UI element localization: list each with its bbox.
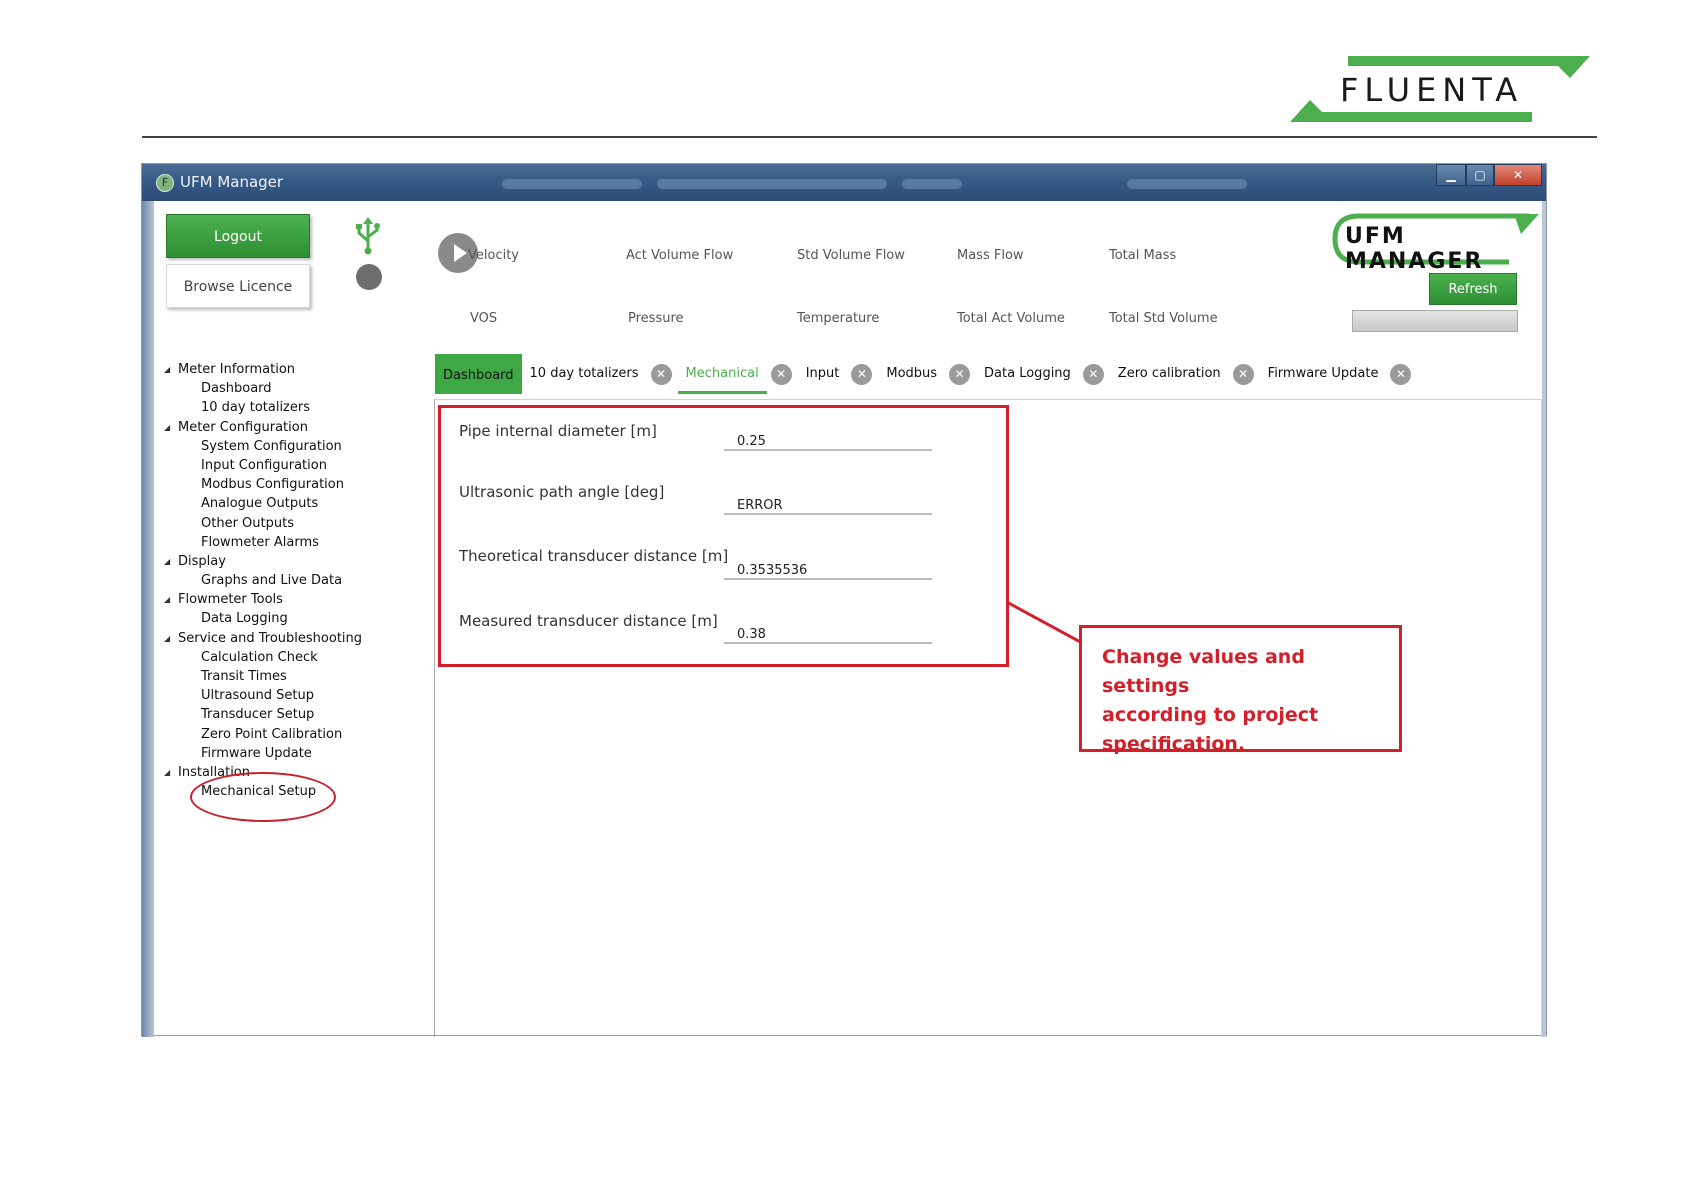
measurement-pressure: Pressure bbox=[628, 311, 684, 326]
measurement-vos: VOS bbox=[470, 311, 498, 326]
measurement-total-act-volume: Total Act Volume bbox=[957, 311, 1065, 326]
tab-label: Modbus bbox=[886, 366, 938, 381]
tree-group[interactable]: Display bbox=[164, 552, 422, 571]
theoretical-transducer-distance-input[interactable] bbox=[724, 554, 932, 580]
tab-10-day-totalizers[interactable]: 10 day totalizers bbox=[522, 354, 647, 394]
measurement-act-volume-flow: Act Volume Flow bbox=[626, 248, 734, 263]
measured-transducer-distance-input[interactable] bbox=[724, 618, 932, 644]
tab-label: 10 day totalizers bbox=[529, 366, 639, 381]
app-window: F UFM Manager ▁ ▢ ✕ Logout Browse Licenc… bbox=[141, 163, 1547, 1037]
measurement-std-volume-flow: Std Volume Flow bbox=[797, 248, 905, 263]
callout-line-3: specification. bbox=[1102, 733, 1246, 755]
ufm-logo-text: UFM MANAGER bbox=[1345, 224, 1484, 274]
mechanical-settings-form: Pipe internal diameter [m] Ultrasonic pa… bbox=[438, 405, 1009, 667]
close-tab-icon[interactable]: ✕ bbox=[770, 363, 792, 385]
measurement-total-mass: Total Mass bbox=[1109, 248, 1177, 263]
tab-dashboard[interactable]: Dashboard bbox=[435, 354, 522, 394]
tree-group[interactable]: Service and Troubleshooting bbox=[164, 629, 422, 648]
close-tab-icon[interactable]: ✕ bbox=[1232, 363, 1254, 385]
tree-item[interactable]: Zero Point Calibration bbox=[164, 725, 422, 744]
tree-group[interactable]: Meter Information bbox=[164, 360, 422, 379]
highlight-circle-annotation bbox=[190, 772, 336, 822]
window-frame-left bbox=[142, 201, 154, 1037]
browse-licence-button[interactable]: Browse Licence bbox=[166, 264, 310, 308]
ultrasonic-path-angle-label: Ultrasonic path angle [deg] bbox=[459, 483, 665, 501]
pipe-internal-diameter-label: Pipe internal diameter [m] bbox=[459, 422, 657, 440]
callout-line-2: according to project bbox=[1102, 704, 1319, 726]
tree-item[interactable]: Flowmeter Alarms bbox=[164, 533, 422, 552]
tree-item[interactable]: Transducer Setup bbox=[164, 705, 422, 724]
progress-bar bbox=[1352, 310, 1518, 332]
refresh-button[interactable]: Refresh bbox=[1429, 273, 1517, 305]
ufm-manager-logo: UFM MANAGER bbox=[1329, 212, 1539, 274]
close-tab-icon[interactable]: ✕ bbox=[1390, 363, 1412, 385]
tab-firmware-update[interactable]: Firmware Update bbox=[1260, 354, 1387, 394]
tree-item[interactable]: Analogue Outputs bbox=[164, 494, 422, 513]
instruction-callout: Change values and settings according to … bbox=[1079, 625, 1402, 755]
connection-status-indicator bbox=[356, 264, 382, 290]
tab-zero-calibration[interactable]: Zero calibration bbox=[1110, 354, 1229, 394]
usb-icon bbox=[355, 217, 381, 261]
close-tab-icon[interactable]: ✕ bbox=[650, 363, 672, 385]
close-tab-icon[interactable]: ✕ bbox=[1082, 363, 1104, 385]
tab-label: Data Logging bbox=[984, 366, 1071, 381]
measurement-mass-flow: Mass Flow bbox=[957, 248, 1024, 263]
close-tab-icon[interactable]: ✕ bbox=[851, 363, 873, 385]
tab-modbus[interactable]: Modbus bbox=[878, 354, 945, 394]
logout-button[interactable]: Logout bbox=[166, 214, 310, 258]
blurred-title-segment bbox=[1127, 179, 1247, 189]
tree-item[interactable]: Ultrasound Setup bbox=[164, 686, 422, 705]
tree-item[interactable]: Other Outputs bbox=[164, 514, 422, 533]
tree-group[interactable]: Meter Configuration bbox=[164, 418, 422, 437]
tab-input[interactable]: Input bbox=[798, 354, 848, 394]
tree-item[interactable]: Modbus Configuration bbox=[164, 475, 422, 494]
callout-line-1: Change values and settings bbox=[1102, 646, 1305, 697]
measured-transducer-distance-label: Measured transducer distance [m] bbox=[459, 612, 718, 630]
tab-label: Dashboard bbox=[443, 368, 514, 383]
measurement-velocity: Velocity bbox=[468, 248, 519, 263]
tab-label: Input bbox=[805, 366, 840, 381]
tree-item[interactable]: Transit Times bbox=[164, 667, 422, 686]
window-title: UFM Manager bbox=[180, 173, 284, 191]
usb-icon-graphic bbox=[356, 217, 380, 255]
fluenta-logo: FLUENTA bbox=[1290, 56, 1590, 122]
tab-label: Mechanical bbox=[685, 366, 759, 381]
tab-mechanical[interactable]: Mechanical bbox=[677, 354, 767, 394]
tab-label: Firmware Update bbox=[1267, 366, 1379, 381]
ultrasonic-path-angle-input[interactable] bbox=[724, 489, 932, 515]
tree-item[interactable]: Input Configuration bbox=[164, 456, 422, 475]
theoretical-transducer-distance-label: Theoretical transducer distance [m] bbox=[459, 547, 729, 565]
tab-bar: Dashboard 10 day totalizers ✕ Mechanical ✕ In… bbox=[435, 354, 1417, 394]
tree-item[interactable]: Dashboard bbox=[164, 379, 422, 398]
tree-group[interactable]: Flowmeter Tools bbox=[164, 590, 422, 609]
tree-item[interactable]: Calculation Check bbox=[164, 648, 422, 667]
page-divider bbox=[142, 136, 1597, 138]
blurred-title-segment bbox=[502, 179, 642, 189]
tree-item[interactable]: Data Logging bbox=[164, 609, 422, 628]
blurred-title-segment bbox=[657, 179, 887, 189]
blurred-title-segment bbox=[902, 179, 962, 189]
close-tab-icon[interactable]: ✕ bbox=[949, 363, 971, 385]
maximize-button[interactable]: ▢ bbox=[1466, 164, 1494, 186]
title-bar[interactable]: F UFM Manager ▁ ▢ ✕ bbox=[142, 164, 1546, 201]
navigation-tree: Meter InformationDashboard10 day totaliz… bbox=[164, 360, 422, 801]
app-icon: F bbox=[156, 174, 174, 192]
window-controls: ▁ ▢ ✕ bbox=[1436, 164, 1542, 186]
tree-item[interactable]: Firmware Update bbox=[164, 744, 422, 763]
pipe-internal-diameter-input[interactable] bbox=[724, 425, 932, 451]
tree-item[interactable]: Graphs and Live Data bbox=[164, 571, 422, 590]
minimize-button[interactable]: ▁ bbox=[1436, 164, 1466, 186]
window-frame-right bbox=[1542, 201, 1546, 1037]
tree-item[interactable]: System Configuration bbox=[164, 437, 422, 456]
tree-item[interactable]: 10 day totalizers bbox=[164, 398, 422, 417]
measurement-total-std-volume: Total Std Volume bbox=[1109, 311, 1218, 326]
measurement-temperature: Temperature bbox=[797, 311, 880, 326]
fluenta-logo-text: FLUENTA bbox=[1340, 71, 1524, 109]
close-button[interactable]: ✕ bbox=[1494, 164, 1542, 186]
tab-data-logging[interactable]: Data Logging bbox=[976, 354, 1079, 394]
tab-label: Zero calibration bbox=[1117, 366, 1221, 381]
